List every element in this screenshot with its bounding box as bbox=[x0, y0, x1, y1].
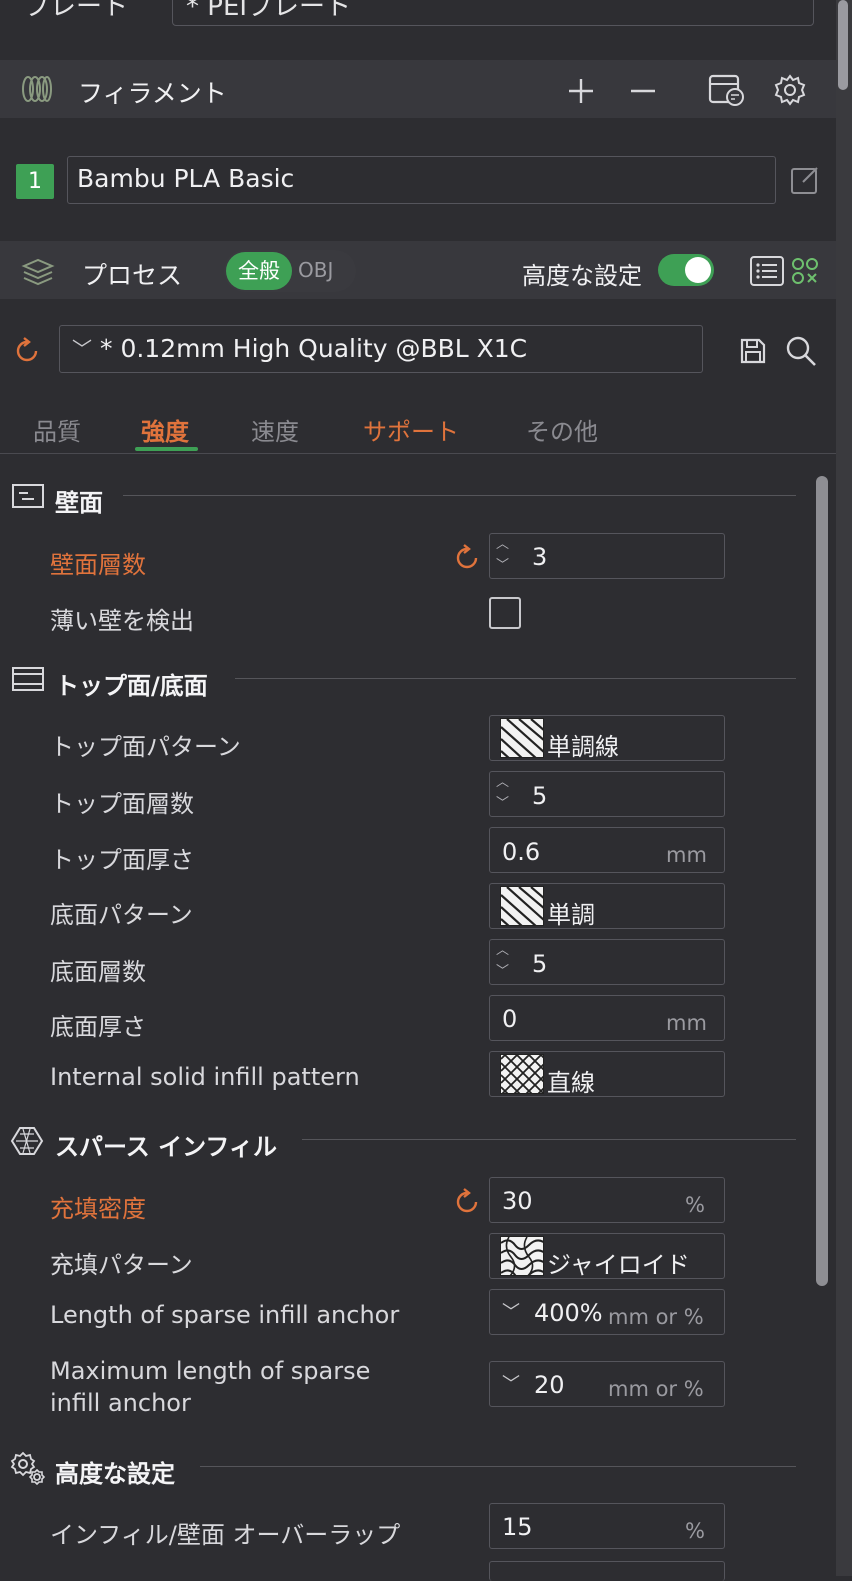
anchor-length-label: Length of sparse infill anchor bbox=[50, 1301, 400, 1329]
spin-up-icon[interactable]: ︿ bbox=[496, 538, 509, 551]
tab-speed[interactable]: 速度 bbox=[251, 412, 299, 447]
detect-thin-wall-label: 薄い壁を検出 bbox=[50, 607, 194, 635]
spin-up-icon[interactable]: ︿ bbox=[496, 944, 509, 957]
sync-filament-icon[interactable] bbox=[707, 72, 745, 108]
bottom-layers-label: 底面層数 bbox=[50, 958, 146, 986]
filament-settings-gear-icon[interactable] bbox=[773, 73, 807, 107]
process-preset-name: * 0.12mm High Quality @BBL X1C bbox=[100, 334, 528, 363]
save-preset-icon[interactable] bbox=[738, 336, 768, 366]
toggle-global[interactable]: 全般 bbox=[226, 252, 292, 290]
rectilinear-pattern-icon bbox=[500, 1054, 544, 1094]
infill-density-value: 30 bbox=[502, 1187, 533, 1215]
internal-solid-pattern-label: Internal solid infill pattern bbox=[50, 1063, 360, 1091]
top-thickness-value: 0.6 bbox=[502, 838, 541, 866]
bottom-pattern-value: 単調 bbox=[547, 901, 595, 929]
internal-solid-pattern-value: 直線 bbox=[547, 1069, 595, 1097]
spin-down-icon[interactable]: ﹀ bbox=[496, 965, 509, 978]
detect-thin-wall-checkbox[interactable] bbox=[489, 597, 521, 629]
wall-loops-value: 3 bbox=[532, 543, 548, 571]
infill-wall-overlap-value: 15 bbox=[502, 1513, 533, 1541]
wall-loops-label: 壁面層数 bbox=[50, 551, 146, 579]
chevron-down-icon[interactable]: ﹀ bbox=[502, 1298, 520, 1324]
anchor-length-value: 400% bbox=[534, 1299, 603, 1327]
canvas-scroll-strip bbox=[836, 0, 852, 1576]
group-divider bbox=[200, 1466, 796, 1467]
bottom-thickness-value: 0 bbox=[502, 1005, 518, 1033]
filament-title: フィラメント bbox=[78, 79, 227, 108]
group-divider bbox=[123, 495, 796, 496]
anchor-max-label-line2: infill anchor bbox=[50, 1389, 191, 1417]
infill-pattern-value: ジャイロイド bbox=[547, 1251, 690, 1279]
group-divider bbox=[302, 1139, 796, 1140]
anchor-max-label-line1: Maximum length of sparse bbox=[50, 1357, 371, 1385]
filament-slot-badge[interactable]: 1 bbox=[16, 164, 54, 199]
anchor-max-unit: mm or % bbox=[608, 1377, 704, 1401]
bottom-layers-value: 5 bbox=[532, 950, 548, 978]
infill-density-label: 充填密度 bbox=[50, 1195, 146, 1223]
wall-icon bbox=[12, 484, 44, 508]
edit-filament-icon[interactable] bbox=[789, 164, 821, 196]
reset-infill-density-icon[interactable] bbox=[452, 1187, 482, 1217]
toggle-objects[interactable]: OBJ bbox=[298, 258, 333, 282]
walls-group-title: 壁面 bbox=[55, 489, 103, 517]
tab-strength[interactable]: 強度 bbox=[141, 412, 189, 447]
bottom-pattern-label: 底面パターン bbox=[50, 901, 193, 929]
spin-down-icon[interactable]: ﹀ bbox=[496, 797, 509, 810]
top-bottom-group-title: トップ面/底面 bbox=[55, 672, 208, 700]
spin-down-icon[interactable]: ﹀ bbox=[496, 559, 509, 572]
monotonic-line-pattern-icon bbox=[500, 718, 544, 758]
anchor-length-unit: mm or % bbox=[608, 1305, 704, 1329]
top-pattern-label: トップ面パターン bbox=[50, 733, 241, 761]
plate-label: プレート bbox=[24, 0, 129, 22]
infill-wall-overlap-unit: % bbox=[685, 1519, 705, 1543]
sparse-infill-icon bbox=[10, 1127, 44, 1155]
top-layers-label: トップ面層数 bbox=[50, 790, 194, 818]
next-setting-input[interactable] bbox=[489, 1561, 725, 1581]
process-title: プロセス bbox=[82, 261, 183, 290]
top-thickness-unit: mm bbox=[666, 843, 707, 867]
monotonic-pattern-icon bbox=[500, 886, 544, 926]
reset-preset-icon[interactable] bbox=[12, 336, 42, 366]
filament-name: Bambu PLA Basic bbox=[77, 164, 295, 193]
top-layers-input[interactable] bbox=[489, 771, 725, 817]
process-layers-icon bbox=[21, 258, 55, 286]
top-pattern-value: 単調線 bbox=[547, 733, 619, 761]
plate-value: * PEIプレート bbox=[186, 0, 352, 22]
advanced-label: 高度な設定 bbox=[522, 262, 642, 290]
list-view-icon[interactable] bbox=[749, 255, 785, 287]
group-divider bbox=[235, 678, 796, 679]
chevron-down-icon: ﹀ bbox=[72, 337, 92, 361]
search-icon[interactable] bbox=[784, 334, 818, 368]
tab-quality[interactable]: 品質 bbox=[33, 412, 81, 447]
filament-spool-icon bbox=[22, 76, 52, 102]
outer-scrollbar[interactable] bbox=[838, 0, 848, 90]
top-layers-value: 5 bbox=[532, 782, 548, 810]
advanced-switch[interactable] bbox=[658, 254, 714, 286]
bottom-thickness-label: 底面厚さ bbox=[50, 1013, 146, 1041]
sparse-infill-group-title: スパース インフィル bbox=[55, 1133, 277, 1161]
spin-up-icon[interactable]: ︿ bbox=[496, 776, 509, 789]
infill-wall-overlap-label: インフィル/壁面 オーバーラップ bbox=[50, 1521, 401, 1549]
bottom-layers-input[interactable] bbox=[489, 939, 725, 985]
anchor-max-value: 20 bbox=[534, 1371, 565, 1399]
bottom-thickness-unit: mm bbox=[666, 1011, 707, 1035]
gyroid-pattern-icon bbox=[500, 1236, 544, 1276]
advanced-group-title: 高度な設定 bbox=[55, 1460, 175, 1488]
settings-scrollbar[interactable] bbox=[816, 476, 828, 1286]
top-bottom-icon bbox=[12, 667, 44, 691]
infill-pattern-label: 充填パターン bbox=[50, 1251, 193, 1279]
remove-filament-icon[interactable] bbox=[628, 76, 658, 106]
tab-support[interactable]: サポート bbox=[363, 412, 459, 447]
add-filament-icon[interactable] bbox=[566, 76, 596, 106]
wall-loops-input[interactable] bbox=[489, 533, 725, 579]
infill-density-unit: % bbox=[685, 1193, 705, 1217]
reset-wall-loops-icon[interactable] bbox=[452, 543, 482, 573]
compare-settings-icon[interactable] bbox=[790, 256, 820, 286]
tab-others[interactable]: その他 bbox=[526, 412, 598, 447]
active-tab-indicator bbox=[135, 447, 198, 451]
chevron-down-icon[interactable]: ﹀ bbox=[502, 1370, 520, 1396]
top-thickness-label: トップ面厚さ bbox=[50, 846, 194, 874]
advanced-gears-icon bbox=[10, 1451, 46, 1485]
